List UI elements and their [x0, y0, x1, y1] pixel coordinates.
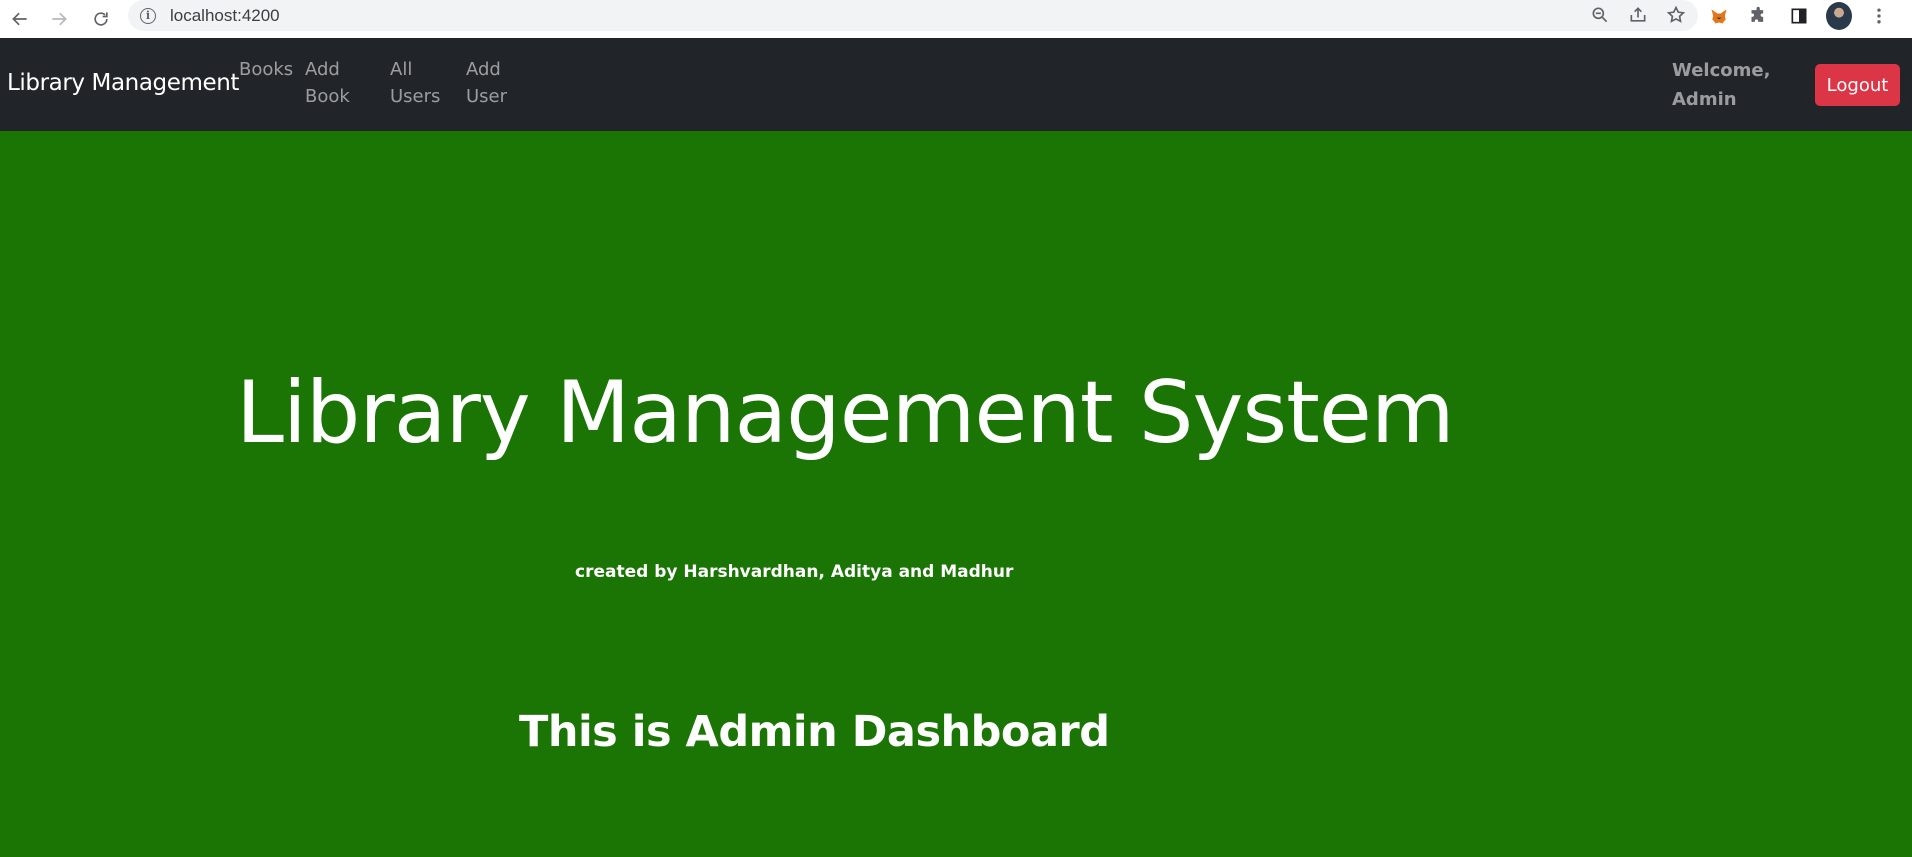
- credits-text: created by Harshvardhan, Aditya and Madh…: [575, 562, 1014, 582]
- reload-icon[interactable]: [86, 4, 116, 34]
- address-bar[interactable]: i localhost:4200: [128, 0, 1698, 31]
- nav-link-all-users-line2: Users: [390, 86, 441, 107]
- welcome-username: Admin: [1672, 89, 1737, 110]
- nav-link-all-users-line1: All: [390, 59, 413, 80]
- back-icon[interactable]: [5, 4, 35, 34]
- forward-icon[interactable]: [44, 4, 74, 34]
- star-icon[interactable]: [1664, 3, 1688, 27]
- profile-avatar[interactable]: [1826, 2, 1852, 30]
- zoom-out-icon[interactable]: [1588, 3, 1612, 27]
- share-icon[interactable]: [1626, 3, 1650, 27]
- logout-button[interactable]: Logout: [1815, 64, 1900, 106]
- side-panel-icon[interactable]: [1786, 3, 1812, 29]
- nav-link-books-label: Books: [239, 59, 294, 80]
- nav-link-add-book[interactable]: Add Book: [305, 56, 350, 110]
- nav-link-add-book-line2: Book: [305, 86, 350, 107]
- puzzle-icon[interactable]: [1746, 3, 1772, 29]
- info-icon[interactable]: i: [140, 7, 156, 24]
- nav-link-all-users[interactable]: All Users: [390, 56, 440, 110]
- browser-toolbar: i localhost:4200: [0, 0, 1912, 38]
- url-text: localhost:4200: [170, 5, 280, 25]
- nav-link-books[interactable]: Books: [239, 56, 293, 83]
- brand-link[interactable]: Library Management: [7, 70, 239, 96]
- welcome-line1: Welcome,: [1672, 60, 1771, 81]
- nav-link-add-book-line1: Add: [305, 59, 340, 80]
- more-menu-icon[interactable]: [1866, 3, 1892, 29]
- welcome-text: Welcome, Admin: [1672, 56, 1770, 114]
- app-navbar: Library Management Books Add Book All Us…: [0, 38, 1912, 131]
- dashboard-heading: This is Admin Dashboard: [519, 707, 1110, 757]
- nav-link-add-user[interactable]: Add User: [466, 56, 507, 110]
- page-title: Library Management System: [236, 363, 1455, 463]
- fox-extension-icon[interactable]: [1706, 3, 1732, 29]
- nav-link-add-user-line2: User: [466, 86, 508, 107]
- nav-link-add-user-line1: Add: [466, 59, 501, 80]
